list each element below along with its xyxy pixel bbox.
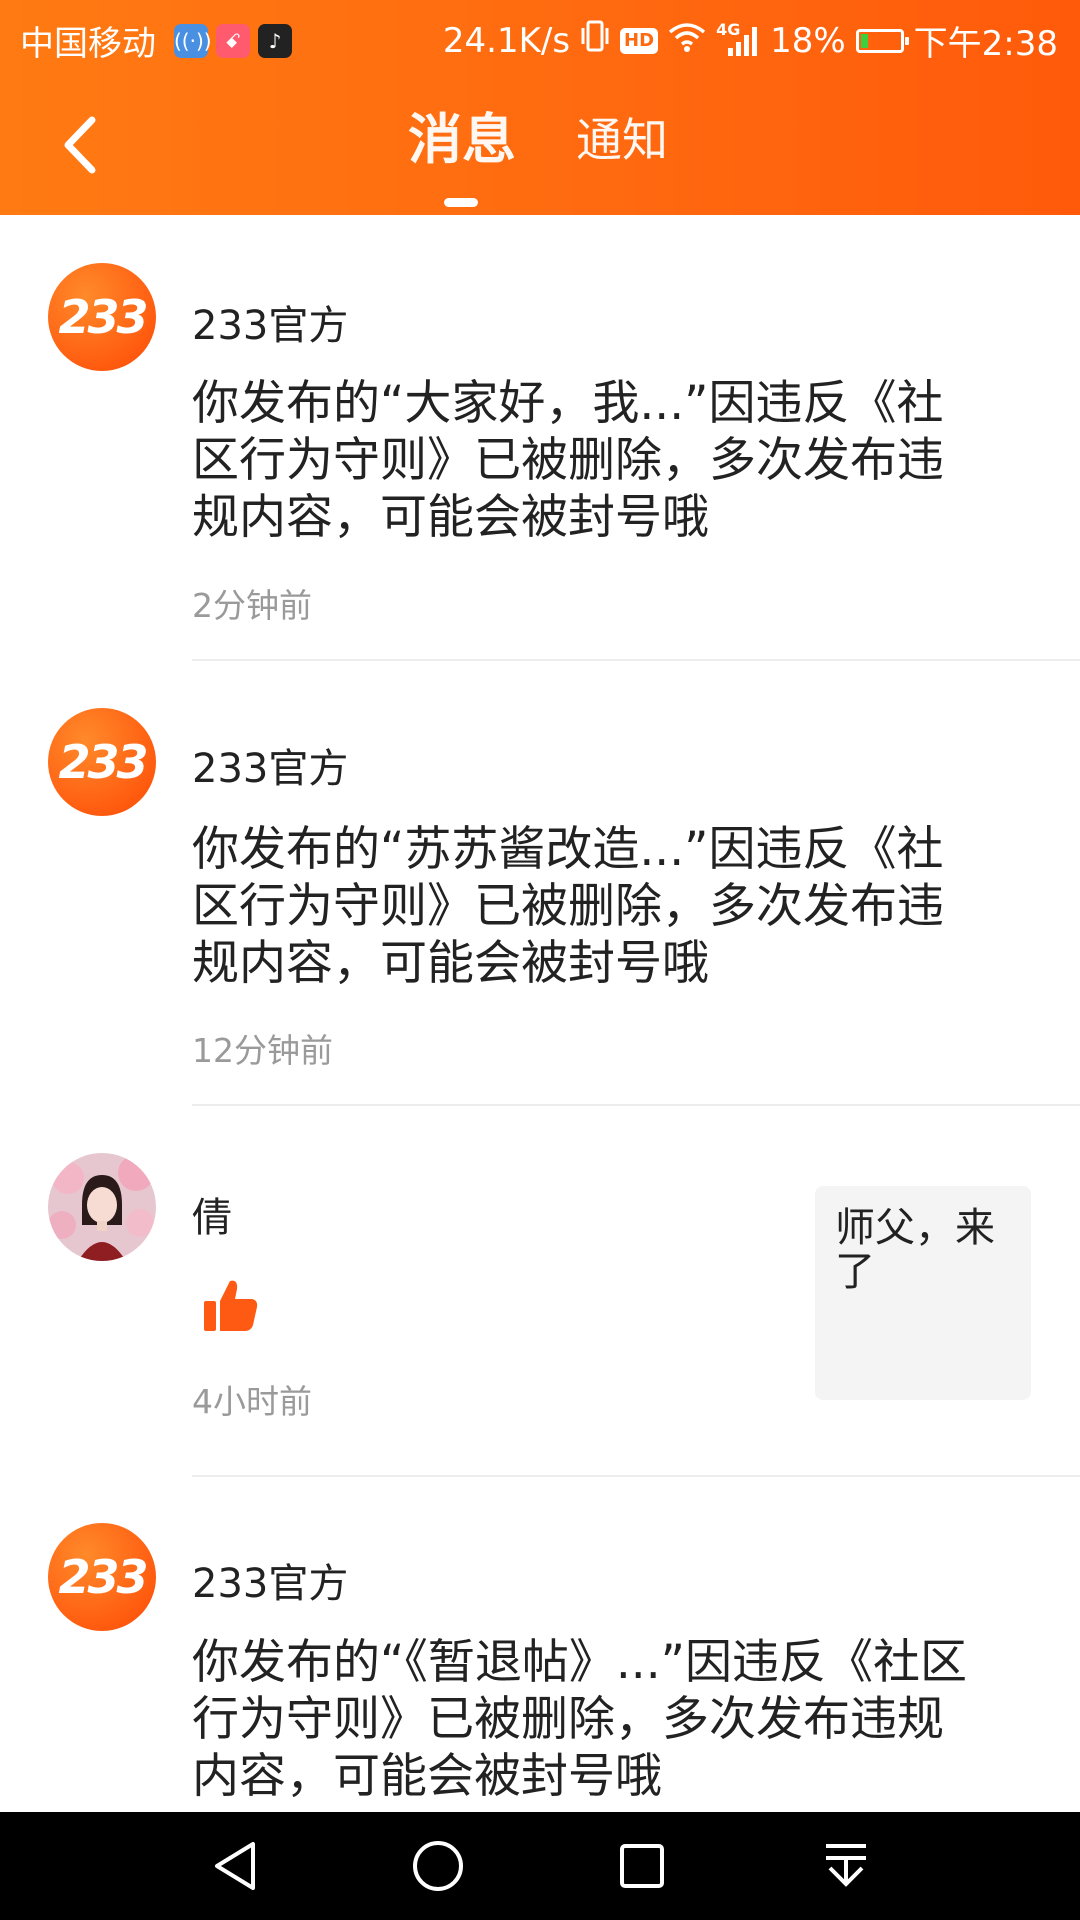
screen: 中国移动 ((·)) ꗃ ♪ 24.1K/s HD 4G 18% 下午2:38 … (0, 0, 1080, 1920)
pull-down-icon (826, 1844, 866, 1887)
user-avatar[interactable] (48, 1153, 156, 1261)
nav-recents-button[interactable] (612, 1836, 672, 1896)
message-item[interactable]: 233 233官方 你发布的“《暂退帖》...”因违反《社区行为守则》已被删除，… (0, 1477, 1080, 1837)
message-time: 2分钟前 (192, 586, 312, 625)
message-time: 12分钟前 (192, 1031, 333, 1070)
header: 中国移动 ((·)) ꗃ ♪ 24.1K/s HD 4G 18% 下午2:38 … (0, 0, 1080, 215)
sender-name: 233官方 (192, 303, 349, 349)
avatar-label: 233 (58, 735, 148, 789)
message-item[interactable]: 233 233官方 你发布的“大家好，我...”因违反《社区行为守则》已被删除，… (0, 215, 1080, 662)
avatar-label: 233 (58, 290, 148, 344)
battery-level (860, 33, 868, 48)
battery-icon (855, 28, 909, 53)
active-tab-indicator (444, 198, 478, 207)
network-speed: 24.1K/s (442, 20, 571, 61)
divider (192, 659, 1080, 661)
message-text: 你发布的“《暂退帖》...”因违反《社区行为守则》已被删除，多次发布违规内容，可… (192, 1635, 968, 1804)
nav-notification-pull-button[interactable] (816, 1836, 876, 1896)
carrier-label: 中国移动 (20, 24, 156, 64)
official-avatar[interactable]: 233 (48, 1523, 156, 1631)
official-avatar[interactable]: 233 (48, 263, 156, 371)
wifi-icon (668, 21, 706, 61)
sender-name: 233官方 (192, 1561, 349, 1607)
tab-notifications[interactable]: 通知 (576, 110, 668, 170)
message-text: 你发布的“大家好，我...”因违反《社区行为守则》已被删除，多次发布违规内容，可… (192, 376, 944, 545)
message-time: 4小时前 (192, 1382, 312, 1421)
message-text: 你发布的“苏苏酱改造...”因违反《社区行为守则》已被删除，多次发布违规内容，可… (192, 822, 944, 991)
status-left: 中国移动 ((·)) ꗃ ♪ (20, 16, 292, 65)
circle-home-icon (413, 1841, 463, 1891)
chevron-left-icon (64, 116, 96, 174)
triangle-back-icon (215, 1842, 255, 1890)
battery-percent: 18% (770, 20, 846, 61)
app-notification-icon: ꗃ (216, 23, 250, 58)
back-button[interactable] (50, 105, 110, 185)
message-item[interactable]: 233 233官方 你发布的“苏苏酱改造...”因违反《社区行为守则》已被删除，… (0, 662, 1080, 1109)
nav-back-button[interactable] (205, 1836, 265, 1896)
divider (192, 1104, 1080, 1106)
vibrate-icon (580, 19, 610, 62)
avatar-label: 233 (58, 1550, 148, 1604)
cellular-signal-icon: 4G (716, 20, 760, 58)
nav-bar: 消息 通知 (0, 90, 1080, 215)
quoted-content[interactable]: 师父，来了 (815, 1186, 1031, 1400)
user-avatar-image (48, 1153, 156, 1261)
sender-name: 倩 (192, 1195, 232, 1241)
quoted-text: 师父，来了 (835, 1205, 995, 1295)
clock: 下午2:38 (913, 24, 1058, 64)
tiktok-icon: ♪ (258, 23, 292, 58)
square-recents-icon (620, 1844, 664, 1888)
hd-badge: HD (620, 27, 659, 54)
official-avatar[interactable]: 233 (48, 708, 156, 816)
message-item[interactable]: 倩 4小时前 师父，来了 (0, 1107, 1080, 1477)
status-bar: 中国移动 ((·)) ꗃ ♪ 24.1K/s HD 4G 18% 下午2:38 (0, 0, 1080, 76)
thumbs-up-icon (200, 1277, 260, 1333)
signal-app-icon: ((·)) (174, 23, 212, 58)
system-nav-bar (0, 1812, 1080, 1920)
status-right: 24.1K/s HD 4G 18% 下午2:38 (433, 16, 1058, 65)
sender-name: 233官方 (192, 746, 349, 792)
tab-messages[interactable]: 消息 (408, 110, 516, 170)
nav-home-button[interactable] (408, 1836, 468, 1896)
